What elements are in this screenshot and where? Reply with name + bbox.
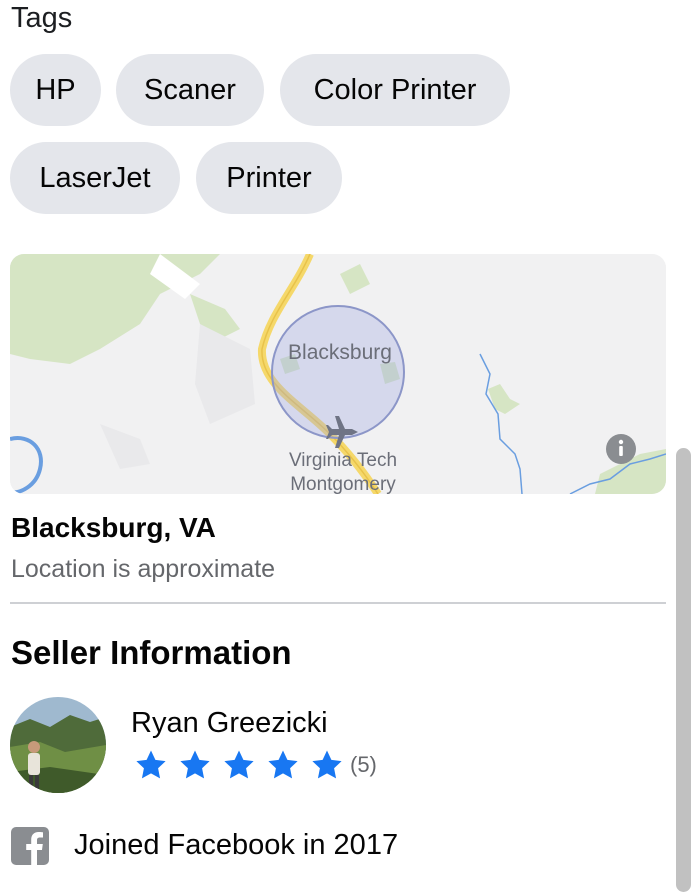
tag-hp[interactable]: HP (10, 54, 101, 126)
map-graphic: Blacksburg Virginia Tech Montgomery (10, 254, 666, 494)
facebook-icon (11, 827, 49, 865)
map-airport-label-line2: Montgomery (290, 474, 396, 494)
tag-laserjet[interactable]: LaserJet (10, 142, 180, 214)
avatar-photo (10, 697, 106, 793)
star-icon (136, 750, 166, 779)
seller-name[interactable]: Ryan Greezicki (131, 707, 328, 740)
location-name: Blacksburg, VA (11, 512, 216, 543)
star-icon (312, 750, 342, 779)
divider (10, 602, 666, 604)
tag-printer[interactable]: Printer (196, 142, 342, 214)
tag-scaner[interactable]: Scaner (116, 54, 264, 126)
map-airport-label-line1: Virginia Tech (289, 450, 397, 471)
map-city-label: Blacksburg (288, 341, 392, 364)
location-approximate-note: Location is approximate (11, 555, 276, 583)
joined-facebook-text: Joined Facebook in 2017 (74, 829, 399, 861)
star-icon (224, 750, 254, 779)
star-icon (268, 750, 298, 779)
info-icon (606, 434, 636, 464)
scrollbar-thumb[interactable] (676, 448, 691, 892)
rating-count: (5) (350, 752, 377, 777)
seller-rating: (5) (134, 748, 377, 782)
tag-color-printer[interactable]: Color Printer (280, 54, 510, 126)
seller-avatar[interactable] (10, 697, 106, 793)
star-icon (180, 750, 210, 779)
seller-information-heading: Seller Information (11, 634, 292, 671)
tags-heading: Tags (11, 2, 73, 34)
location-map[interactable]: Blacksburg Virginia Tech Montgomery (10, 254, 666, 494)
